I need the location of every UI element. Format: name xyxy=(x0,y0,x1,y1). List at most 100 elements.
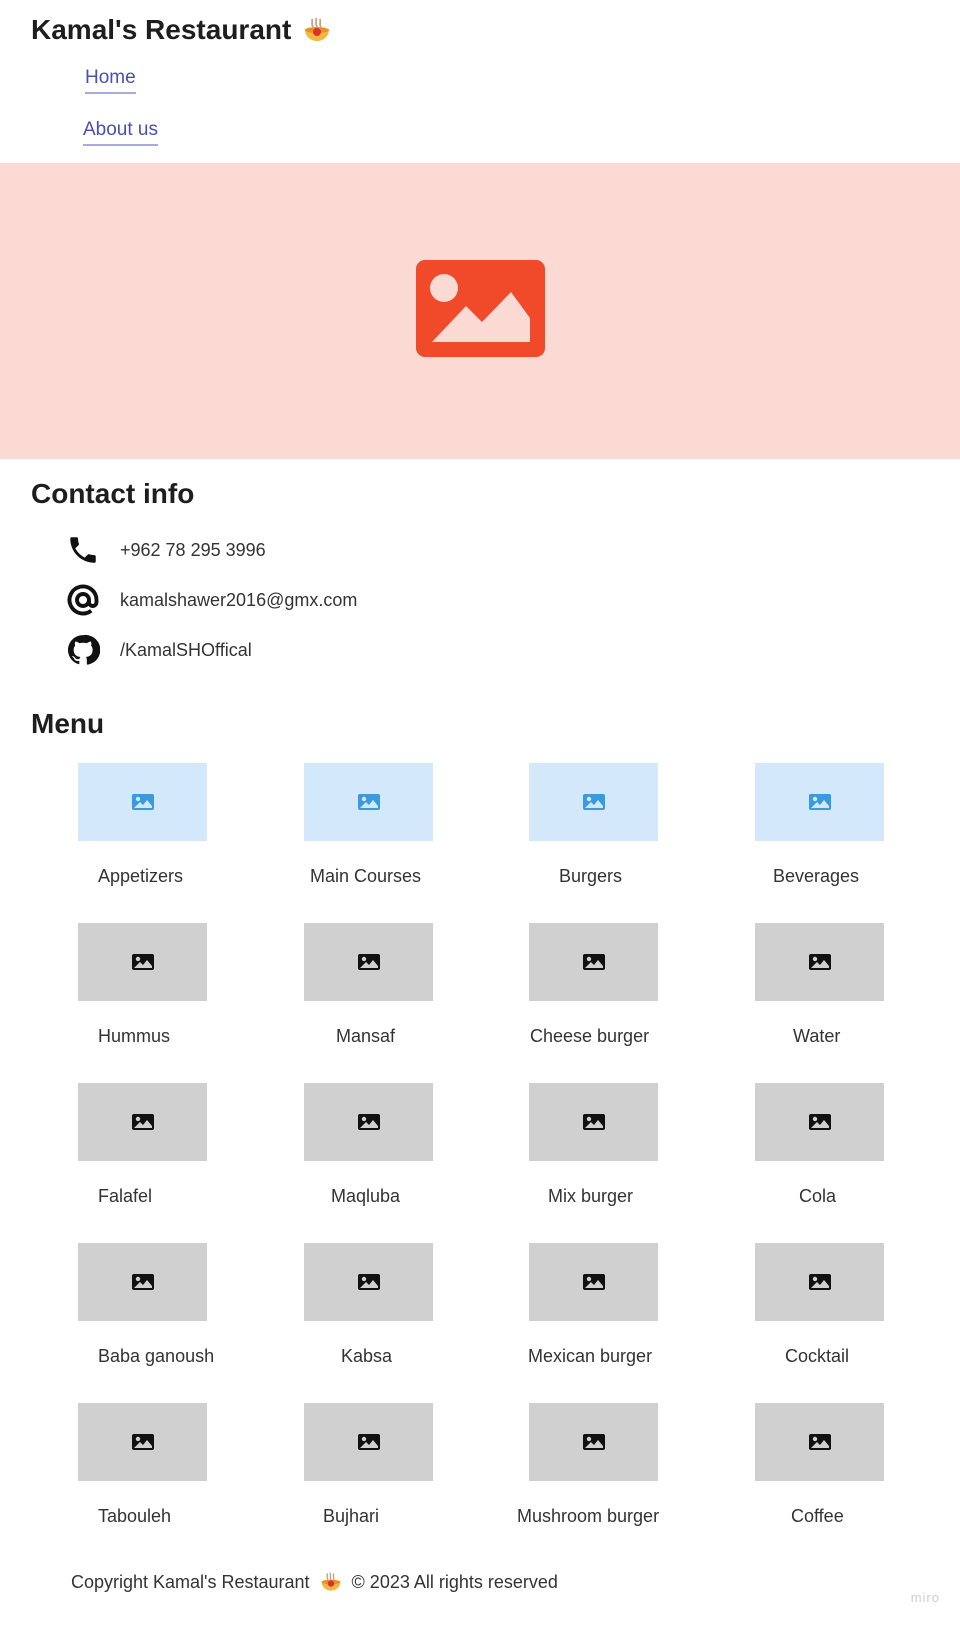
category-label: Burgers xyxy=(559,866,623,886)
item-label: Cocktail xyxy=(785,1346,850,1366)
item-label: Tabouleh xyxy=(98,1506,172,1526)
menu-item[interactable]: Water xyxy=(755,923,885,1046)
image-icon xyxy=(131,1274,154,1290)
menu-category-appetizers[interactable]: Appetizers xyxy=(78,763,208,886)
image-icon xyxy=(357,954,380,970)
category-thumbnail[interactable] xyxy=(755,763,884,841)
image-icon xyxy=(808,1114,831,1130)
item-label: Maqluba xyxy=(331,1186,401,1206)
item-thumbnail[interactable] xyxy=(529,1243,658,1321)
image-icon xyxy=(357,1434,380,1450)
item-thumbnail[interactable] xyxy=(78,1243,207,1321)
phone-icon xyxy=(64,531,102,569)
item-label: Mansaf xyxy=(336,1026,396,1046)
contact-info-heading: Contact info xyxy=(31,478,195,509)
item-label: Coffee xyxy=(791,1506,844,1526)
item-label: Cola xyxy=(799,1186,837,1206)
item-thumbnail[interactable] xyxy=(529,1083,658,1161)
menu-item[interactable]: Mix burger xyxy=(529,1083,659,1206)
menu-item[interactable]: Cheese burger xyxy=(529,923,659,1046)
noodle-bowl-icon xyxy=(321,1572,340,1591)
menu-item[interactable]: Hummus xyxy=(78,923,208,1046)
item-thumbnail[interactable] xyxy=(304,1083,433,1161)
menu-item[interactable]: Tabouleh xyxy=(78,1403,208,1526)
item-label: Kabsa xyxy=(341,1346,393,1366)
item-thumbnail[interactable] xyxy=(529,923,658,1001)
menu-item[interactable]: Cola xyxy=(755,1083,885,1206)
image-icon xyxy=(131,794,154,810)
nav-link-about-us[interactable]: About us xyxy=(83,119,158,146)
item-label: Cheese burger xyxy=(530,1026,650,1046)
menu-item[interactable]: Kabsa xyxy=(304,1243,434,1366)
site-title: Kamal's Restaurant xyxy=(31,14,331,46)
footer-rights-text: © 2023 All rights reserved xyxy=(351,1571,558,1592)
image-icon xyxy=(582,1274,605,1290)
menu-heading: Menu xyxy=(31,708,105,739)
github-icon xyxy=(64,631,102,669)
image-icon xyxy=(582,954,605,970)
item-thumbnail[interactable] xyxy=(78,1403,207,1481)
item-thumbnail[interactable] xyxy=(78,923,207,1001)
image-icon xyxy=(582,1434,605,1450)
item-label: Baba ganoush xyxy=(98,1346,215,1366)
at-sign-icon xyxy=(64,581,102,619)
item-thumbnail[interactable] xyxy=(304,923,433,1001)
category-label: Appetizers xyxy=(98,866,184,886)
item-thumbnail[interactable] xyxy=(755,923,884,1001)
item-label: Mexican burger xyxy=(528,1346,653,1366)
contact-phone-row: +962 78 295 3996 xyxy=(64,531,266,569)
item-label: Mushroom burger xyxy=(517,1506,660,1526)
menu-item[interactable]: Cocktail xyxy=(755,1243,885,1366)
contact-email-text: kamalshawer2016@gmx.com xyxy=(120,589,358,610)
miro-watermark: miro xyxy=(910,1590,940,1605)
site-title-text: Kamal's Restaurant xyxy=(31,14,292,45)
footer: Copyright Kamal's Restaurant © 2023 All … xyxy=(71,1571,558,1593)
category-thumbnail[interactable] xyxy=(529,763,658,841)
contact-github-text: /KamalSHOffical xyxy=(120,639,252,660)
contact-github-row: /KamalSHOffical xyxy=(64,631,252,669)
menu-item[interactable]: Mexican burger xyxy=(528,1243,659,1366)
contact-phone-text: +962 78 295 3996 xyxy=(120,539,266,560)
image-icon xyxy=(131,1114,154,1130)
image-icon xyxy=(808,1434,831,1450)
image-icon xyxy=(808,954,831,970)
item-label: Falafel xyxy=(98,1186,153,1206)
category-thumbnail[interactable] xyxy=(304,763,433,841)
nav-link-home[interactable]: Home xyxy=(85,67,136,94)
menu-item[interactable]: Mansaf xyxy=(304,923,434,1046)
image-icon xyxy=(357,1114,380,1130)
image-icon xyxy=(131,1434,154,1450)
category-label: Main Courses xyxy=(310,866,422,886)
menu-item[interactable]: Baba ganoush xyxy=(78,1243,214,1366)
menu-item[interactable]: Bujhari xyxy=(304,1403,434,1526)
image-icon xyxy=(808,794,831,810)
hero-banner xyxy=(0,163,960,459)
image-icon xyxy=(357,794,380,810)
image-icon xyxy=(582,1114,605,1130)
menu-category-burgers[interactable]: Burgers xyxy=(529,763,659,886)
item-label: Bujhari xyxy=(323,1506,380,1526)
menu-category-main-courses[interactable]: Main Courses xyxy=(304,763,434,886)
item-label: Mix burger xyxy=(548,1186,634,1206)
footer-copyright-text: Copyright Kamal's Restaurant xyxy=(71,1571,310,1592)
menu-item[interactable]: Mushroom burger xyxy=(517,1403,659,1526)
item-label: Hummus xyxy=(98,1026,171,1046)
category-label: Beverages xyxy=(773,866,860,886)
image-icon xyxy=(357,1274,380,1290)
item-thumbnail[interactable] xyxy=(304,1403,433,1481)
image-icon xyxy=(582,794,605,810)
item-thumbnail[interactable] xyxy=(755,1243,884,1321)
menu-item[interactable]: Coffee xyxy=(755,1403,885,1526)
menu-item[interactable]: Maqluba xyxy=(304,1083,434,1206)
item-label: Water xyxy=(793,1026,841,1046)
item-thumbnail[interactable] xyxy=(529,1403,658,1481)
image-placeholder-icon xyxy=(416,260,545,357)
item-thumbnail[interactable] xyxy=(304,1243,433,1321)
item-thumbnail[interactable] xyxy=(755,1083,884,1161)
category-thumbnail[interactable] xyxy=(78,763,207,841)
menu-item[interactable]: Falafel xyxy=(78,1083,208,1206)
item-thumbnail[interactable] xyxy=(755,1403,884,1481)
menu-category-beverages[interactable]: Beverages xyxy=(755,763,885,886)
item-thumbnail[interactable] xyxy=(78,1083,207,1161)
contact-email-row: kamalshawer2016@gmx.com xyxy=(64,581,357,619)
